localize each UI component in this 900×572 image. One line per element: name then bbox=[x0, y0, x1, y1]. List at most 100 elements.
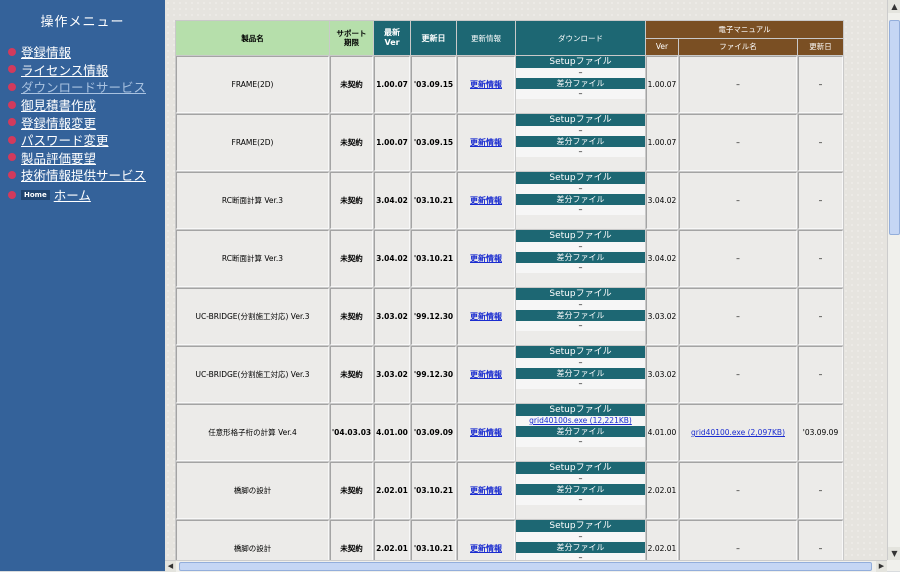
menu-item[interactable]: パスワード変更 bbox=[8, 131, 165, 149]
table-row: UC-BRIDGE(分割施工対応) Ver.3 未契約 3.03.02'99.12.… bbox=[176, 346, 843, 403]
menu-link[interactable]: ライセンス情報 bbox=[21, 60, 108, 79]
update-info-cell: 更新情報 bbox=[457, 114, 515, 171]
scrollbar-corner bbox=[887, 560, 900, 571]
menu-item[interactable]: 御見積書作成 bbox=[8, 96, 165, 114]
setup-file-button[interactable]: Setupファイル bbox=[516, 172, 645, 184]
setup-file-value: – bbox=[578, 68, 583, 77]
horizontal-scroll-thumb[interactable] bbox=[179, 562, 872, 571]
manual-file-cell: – bbox=[679, 462, 797, 519]
home-link[interactable]: ホーム bbox=[54, 185, 91, 204]
setup-file-line: – bbox=[516, 68, 645, 78]
update-info-link[interactable]: 更新情報 bbox=[470, 138, 502, 147]
setup-file-button[interactable]: Setupファイル bbox=[516, 404, 645, 416]
menu-item-home[interactable]: Home ホーム bbox=[8, 186, 165, 204]
update-info-link[interactable]: 更新情報 bbox=[470, 486, 502, 495]
bullet-icon bbox=[8, 47, 16, 56]
table-row: FRAME(2D) 未契約 1.00.07'03.09.15 更新情報 Setupファイ… bbox=[176, 56, 843, 113]
home-icon: Home bbox=[21, 189, 50, 200]
setup-file-button[interactable]: Setupファイル bbox=[516, 346, 645, 358]
setup-file-button[interactable]: Setupファイル bbox=[516, 114, 645, 126]
setup-file-value: – bbox=[578, 242, 583, 251]
manual-version: 2.02.01 bbox=[646, 462, 678, 519]
menu-item[interactable]: 技術情報提供サービス bbox=[8, 166, 165, 184]
product-table: 製品名 サポート 期限 最新 Ver 更新日 更新情報 ダウンロード 電子マニュ… bbox=[175, 20, 844, 560]
scroll-right-icon[interactable]: ▶ bbox=[876, 561, 887, 572]
manual-file-value: – bbox=[736, 254, 740, 263]
update-info-link[interactable]: 更新情報 bbox=[470, 80, 502, 89]
update-date: '99.12.30 bbox=[411, 288, 456, 345]
latest-version: 1.00.07 bbox=[374, 114, 410, 171]
diff-file-line: – bbox=[516, 495, 645, 505]
update-info-link[interactable]: 更新情報 bbox=[470, 428, 502, 437]
diff-file-button[interactable]: 差分ファイル bbox=[516, 252, 645, 263]
manual-file-value: – bbox=[736, 138, 740, 147]
manual-file-value: – bbox=[736, 544, 740, 553]
setup-file-value: – bbox=[578, 358, 583, 367]
scroll-up-icon[interactable]: ▲ bbox=[888, 0, 900, 13]
horizontal-scrollbar[interactable]: ◀ ▶ bbox=[165, 560, 887, 572]
bullet-icon bbox=[8, 65, 16, 74]
update-info-link[interactable]: 更新情報 bbox=[470, 196, 502, 205]
manual-updated: – bbox=[798, 172, 843, 229]
table-row: FRAME(2D) 未契約 1.00.07'03.09.15 更新情報 Setupファイ… bbox=[176, 114, 843, 171]
update-info-cell: 更新情報 bbox=[457, 230, 515, 287]
menu-link[interactable]: 登録情報 bbox=[21, 42, 71, 61]
manual-file-cell: – bbox=[679, 346, 797, 403]
setup-file-button[interactable]: Setupファイル bbox=[516, 230, 645, 242]
update-info-cell: 更新情報 bbox=[457, 56, 515, 113]
manual-file-cell: – bbox=[679, 172, 797, 229]
menu-title: 操作メニュー bbox=[40, 15, 125, 30]
diff-file-button[interactable]: 差分ファイル bbox=[516, 78, 645, 89]
latest-version: 3.04.02 bbox=[374, 230, 410, 287]
update-info-link[interactable]: 更新情報 bbox=[470, 544, 502, 553]
diff-file-button[interactable]: 差分ファイル bbox=[516, 136, 645, 147]
menu-link[interactable]: 登録情報変更 bbox=[21, 113, 96, 132]
diff-file-button[interactable]: 差分ファイル bbox=[516, 542, 645, 553]
update-info-cell: 更新情報 bbox=[457, 172, 515, 229]
update-date: '99.12.30 bbox=[411, 346, 456, 403]
menu-link[interactable]: 御見積書作成 bbox=[21, 95, 96, 114]
menu-link[interactable]: パスワード変更 bbox=[21, 130, 109, 149]
diff-file-value: – bbox=[578, 437, 583, 446]
setup-file-value: – bbox=[578, 184, 583, 193]
menu-item[interactable]: 登録情報 bbox=[8, 43, 165, 61]
setup-file-button[interactable]: Setupファイル bbox=[516, 56, 645, 68]
menu-item[interactable]: ライセンス情報 bbox=[8, 61, 165, 79]
menu-link[interactable]: 技術情報提供サービス bbox=[21, 165, 146, 184]
setup-file-value: – bbox=[578, 126, 583, 135]
manual-version: 2.02.01 bbox=[646, 520, 678, 560]
setup-file-line: – bbox=[516, 126, 645, 136]
scroll-left-icon[interactable]: ◀ bbox=[165, 561, 176, 572]
manual-file-link[interactable]: grid40100.exe (2,097KB) bbox=[691, 428, 785, 437]
update-info-link[interactable]: 更新情報 bbox=[470, 254, 502, 263]
diff-file-button[interactable]: 差分ファイル bbox=[516, 310, 645, 321]
vertical-scroll-thumb[interactable] bbox=[889, 20, 900, 235]
update-info-link[interactable]: 更新情報 bbox=[470, 312, 502, 321]
update-info-link[interactable]: 更新情報 bbox=[470, 370, 502, 379]
setup-file-button[interactable]: Setupファイル bbox=[516, 520, 645, 532]
diff-file-button[interactable]: 差分ファイル bbox=[516, 484, 645, 495]
diff-file-line: – bbox=[516, 437, 645, 447]
diff-file-button[interactable]: 差分ファイル bbox=[516, 368, 645, 379]
menu-item[interactable]: 登録情報変更 bbox=[8, 113, 165, 131]
update-date: '03.10.21 bbox=[411, 230, 456, 287]
diff-file-line: – bbox=[516, 263, 645, 273]
setup-file-button[interactable]: Setupファイル bbox=[516, 462, 645, 474]
setup-file-line: – bbox=[516, 242, 645, 252]
download-cell: Setupファイル – 差分ファイル – bbox=[516, 172, 645, 229]
latest-version: 3.03.02 bbox=[374, 346, 410, 403]
vertical-scrollbar[interactable]: ▲ ▼ bbox=[887, 0, 900, 560]
manual-version: 3.04.02 bbox=[646, 230, 678, 287]
setup-file-link[interactable]: grid40100s.exe (12,221KB) bbox=[529, 416, 632, 425]
menu-item[interactable]: ダウンロードサービス bbox=[8, 78, 165, 96]
diff-file-button[interactable]: 差分ファイル bbox=[516, 426, 645, 437]
diff-file-button[interactable]: 差分ファイル bbox=[516, 194, 645, 205]
menu-link[interactable]: ダウンロードサービス bbox=[21, 77, 146, 96]
manual-file-value: – bbox=[736, 312, 740, 321]
setup-file-button[interactable]: Setupファイル bbox=[516, 288, 645, 300]
menu-link[interactable]: 製品評価要望 bbox=[21, 148, 96, 167]
menu-item[interactable]: 製品評価要望 bbox=[8, 149, 165, 167]
setup-file-line: – bbox=[516, 532, 645, 542]
scroll-down-icon[interactable]: ▼ bbox=[888, 547, 900, 560]
diff-file-value: – bbox=[578, 205, 583, 214]
